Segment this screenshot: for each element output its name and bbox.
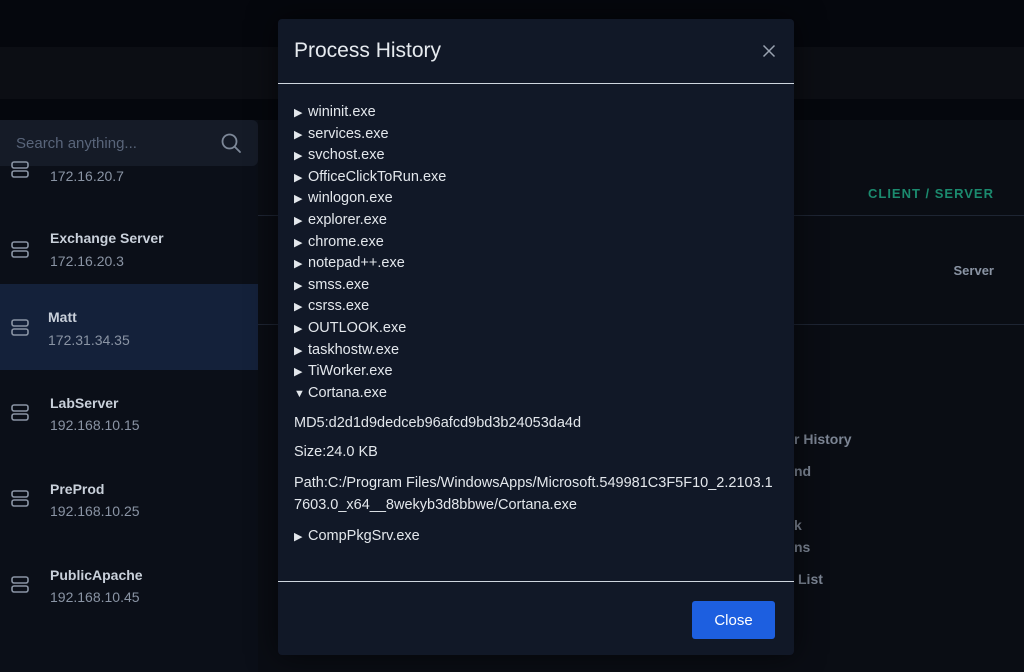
host-item-selected[interactable]: Matt 172.31.34.35 bbox=[0, 284, 258, 370]
process-tree: ▶ wininit.exe ▶ services.exe ▶ svchost.exe ▶ Of… bbox=[294, 102, 784, 548]
process-item[interactable]: ▶ notepad++.exe bbox=[294, 253, 784, 275]
process-item[interactable]: ▶ services.exe bbox=[294, 124, 784, 146]
search-icon[interactable] bbox=[220, 132, 242, 154]
process-size: Size:24.0 KB bbox=[294, 444, 378, 461]
process-name: Cortana.exe bbox=[308, 384, 387, 401]
process-item[interactable]: ▶ svchost.exe bbox=[294, 145, 784, 167]
process-name: notepad++.exe bbox=[308, 255, 405, 272]
host-ip: 192.168.10.15 bbox=[50, 417, 140, 433]
process-item[interactable]: ▶ CompPkgSrv.exe bbox=[294, 526, 784, 548]
host-item[interactable]: LabServer 192.168.10.15 bbox=[0, 370, 258, 456]
process-item[interactable]: ▶ taskhostw.exe bbox=[294, 340, 784, 362]
process-md5: MD5:d2d1d9dedceb96afcd9bd3b24053da4d bbox=[294, 415, 582, 432]
row-type: Server bbox=[953, 263, 994, 278]
process-item[interactable]: ▶ TiWorker.exe bbox=[294, 361, 784, 383]
host-item[interactable]: 172.16.20.7 bbox=[0, 158, 258, 198]
modal-title: Process History bbox=[294, 39, 442, 62]
process-item[interactable]: ▶ csrss.exe bbox=[294, 296, 784, 318]
host-list: 172.16.20.7 Exchange Server 172.16.20.3 … bbox=[0, 158, 258, 628]
server-icon bbox=[11, 490, 29, 507]
modal-footer: Close bbox=[278, 581, 794, 655]
caret-right-icon: ▶ bbox=[294, 128, 303, 141]
column-header-client-server[interactable]: CLIENT / SERVER bbox=[868, 186, 994, 201]
server-icon bbox=[11, 161, 29, 178]
process-name: CompPkgSrv.exe bbox=[308, 528, 420, 545]
caret-right-icon: ▶ bbox=[294, 258, 303, 271]
host-ip: 172.16.20.3 bbox=[50, 253, 124, 269]
process-list: ▶ wininit.exe ▶ services.exe ▶ svchost.exe ▶ Of… bbox=[294, 102, 784, 383]
caret-right-icon: ▶ bbox=[294, 236, 303, 249]
close-button[interactable]: Close bbox=[692, 601, 775, 639]
caret-right-icon: ▶ bbox=[294, 193, 303, 206]
process-name: OUTLOOK.exe bbox=[308, 319, 407, 336]
host-name: PublicApache bbox=[50, 567, 143, 583]
search-input[interactable] bbox=[16, 132, 206, 154]
process-item-expanded[interactable]: ▼ Cortana.exe bbox=[294, 383, 784, 405]
process-item[interactable]: ▶ OfficeClickToRun.exe bbox=[294, 167, 784, 189]
process-name: wininit.exe bbox=[308, 104, 376, 120]
process-item[interactable]: ▶ explorer.exe bbox=[294, 210, 784, 232]
server-icon bbox=[11, 576, 29, 593]
host-name: LabServer bbox=[50, 395, 119, 411]
process-item[interactable]: ▶ smss.exe bbox=[294, 275, 784, 297]
caret-right-icon: ▶ bbox=[294, 366, 303, 379]
process-name: OfficeClickToRun.exe bbox=[308, 168, 447, 185]
process-item[interactable]: ▶ chrome.exe bbox=[294, 232, 784, 254]
host-ip: 172.31.34.35 bbox=[48, 332, 130, 348]
host-item[interactable]: PublicApache 192.168.10.45 bbox=[0, 542, 258, 628]
caret-right-icon: ▶ bbox=[294, 107, 303, 119]
process-history-modal: Process History ▶ wininit.exe ▶ services.ex… bbox=[278, 19, 794, 655]
caret-right-icon: ▶ bbox=[294, 344, 303, 357]
host-ip: 192.168.10.45 bbox=[50, 589, 140, 605]
process-name: smss.exe bbox=[308, 276, 370, 293]
process-item[interactable]: ▶ OUTLOOK.exe bbox=[294, 318, 784, 340]
process-name: svchost.exe bbox=[308, 147, 385, 164]
process-name: TiWorker.exe bbox=[308, 363, 393, 380]
host-name: Matt bbox=[48, 309, 77, 325]
host-ip: 192.168.10.25 bbox=[50, 503, 140, 519]
process-name: winlogon.exe bbox=[308, 190, 393, 207]
server-icon bbox=[11, 241, 29, 258]
caret-right-icon: ▶ bbox=[294, 531, 303, 544]
host-item[interactable]: PreProd 192.168.10.25 bbox=[0, 456, 258, 542]
caret-right-icon: ▶ bbox=[294, 301, 303, 314]
process-name: explorer.exe bbox=[308, 211, 387, 228]
server-icon bbox=[11, 404, 29, 421]
host-ip: 172.16.20.7 bbox=[50, 168, 124, 184]
process-name: services.exe bbox=[308, 125, 389, 142]
process-name: taskhostw.exe bbox=[308, 341, 400, 358]
host-name: Exchange Server bbox=[50, 230, 164, 246]
sidebar: 172.16.20.7 Exchange Server 172.16.20.3 … bbox=[0, 120, 258, 672]
caret-right-icon: ▶ bbox=[294, 171, 303, 184]
close-icon[interactable] bbox=[758, 40, 780, 62]
caret-right-icon: ▶ bbox=[294, 214, 303, 227]
caret-right-icon: ▶ bbox=[294, 150, 303, 163]
modal-header: Process History bbox=[278, 19, 794, 84]
caret-right-icon: ▶ bbox=[294, 322, 303, 335]
server-icon bbox=[11, 319, 29, 336]
menu-fragment: List bbox=[798, 571, 823, 587]
caret-down-icon: ▼ bbox=[294, 387, 305, 400]
process-path: Path:C:/Program Files/WindowsApps/Micros… bbox=[294, 475, 773, 513]
menu-fragment: r History bbox=[794, 431, 852, 447]
host-item[interactable]: Exchange Server 172.16.20.3 bbox=[0, 198, 258, 284]
process-name: csrss.exe bbox=[308, 298, 370, 315]
menu-fragment: nd bbox=[794, 463, 812, 479]
process-item[interactable]: ▶ winlogon.exe bbox=[294, 188, 784, 210]
menu-fragment: ns bbox=[794, 539, 811, 555]
host-name: PreProd bbox=[50, 481, 105, 497]
caret-right-icon: ▶ bbox=[294, 279, 303, 292]
process-item[interactable]: ▶ wininit.exe bbox=[294, 102, 784, 124]
process-name: chrome.exe bbox=[308, 233, 384, 250]
menu-fragment: k bbox=[794, 517, 802, 533]
